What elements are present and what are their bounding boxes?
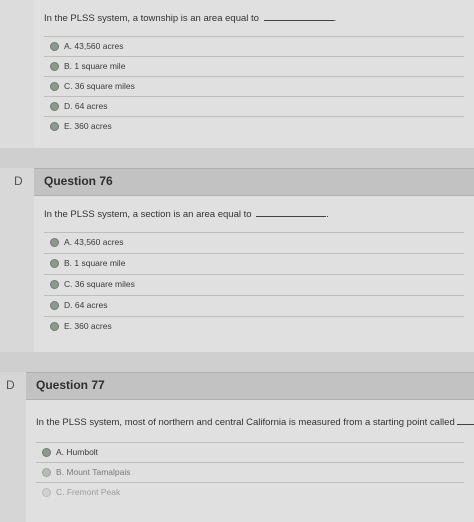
option-label: B. Mount Tamalpais [56, 467, 131, 477]
option-label: A. 43,560 acres [64, 237, 124, 247]
question-76-header: D Question 76 [14, 168, 474, 196]
question-text: In the PLSS system, most of northern and… [36, 417, 455, 428]
option-label: D. 64 acres [64, 300, 108, 310]
radio-button[interactable] [50, 280, 59, 289]
option-c[interactable]: C. Fremont Peak [36, 482, 464, 502]
question-77-header: D Question 77 [6, 372, 474, 400]
question-76-body: In the PLSS system, a section is an area… [34, 196, 474, 352]
radio-button[interactable] [50, 259, 59, 268]
radio-button[interactable] [50, 238, 59, 247]
answer-blank [456, 416, 474, 425]
option-label: A. Humbolt [56, 447, 99, 457]
question-77: D Question 77 In the PLSS system, most o… [0, 372, 474, 522]
question-77-text: In the PLSS system, most of northern and… [36, 416, 474, 428]
question-77-body: In the PLSS system, most of northern and… [26, 400, 474, 522]
question-76: D Question 76 In the PLSS system, a sect… [0, 168, 474, 352]
option-label: D. 64 acres [64, 101, 108, 111]
option-label: B. 1 square mile [64, 61, 126, 71]
radio-button[interactable] [42, 488, 51, 497]
radio-button[interactable] [50, 301, 59, 310]
radio-button[interactable] [42, 468, 51, 477]
radio-button[interactable] [42, 448, 51, 457]
option-label: C. 36 square miles [64, 81, 135, 91]
option-a[interactable]: A. Humbolt [36, 442, 464, 462]
radio-button[interactable] [50, 102, 59, 111]
question-75-body: In the PLSS system, a township is an are… [34, 0, 474, 148]
option-label: E. 360 acres [64, 321, 112, 331]
option-label: B. 1 square mile [64, 258, 126, 268]
flag-icon[interactable]: D [14, 174, 23, 188]
radio-button[interactable] [50, 322, 59, 331]
option-b[interactable]: B. Mount Tamalpais [36, 462, 464, 482]
radio-button[interactable] [50, 42, 59, 51]
question-title: Question 76 [44, 174, 113, 188]
question-75: In the PLSS system, a township is an are… [0, 0, 474, 148]
option-label: C. 36 square miles [64, 279, 135, 289]
question-text: In the PLSS system, a township is an are… [44, 13, 259, 24]
radio-button[interactable] [50, 62, 59, 71]
option-c[interactable]: C. 36 square miles [44, 274, 464, 294]
question-title: Question 77 [36, 378, 105, 392]
option-b[interactable]: B. 1 square mile [44, 56, 464, 76]
option-label: A. 43,560 acres [64, 41, 124, 51]
question-75-text: In the PLSS system, a township is an are… [44, 12, 337, 24]
radio-button[interactable] [50, 122, 59, 131]
option-c[interactable]: C. 36 square miles [44, 76, 464, 96]
option-d[interactable]: D. 64 acres [44, 96, 464, 116]
option-label: E. 360 acres [64, 121, 112, 131]
question-76-text: In the PLSS system, a section is an area… [44, 208, 329, 220]
option-d[interactable]: D. 64 acres [44, 295, 464, 315]
option-e[interactable]: E. 360 acres [44, 316, 464, 336]
question-text: In the PLSS system, a section is an area… [44, 209, 252, 220]
answer-blank [263, 12, 334, 21]
option-label: C. Fremont Peak [56, 487, 121, 497]
radio-button[interactable] [50, 82, 59, 91]
flag-icon[interactable]: D [6, 378, 15, 392]
option-b[interactable]: B. 1 square mile [44, 253, 464, 273]
option-e[interactable]: E. 360 acres [44, 116, 464, 136]
option-a[interactable]: A. 43,560 acres [44, 232, 464, 252]
option-a[interactable]: A. 43,560 acres [44, 36, 464, 56]
answer-blank [256, 208, 327, 217]
